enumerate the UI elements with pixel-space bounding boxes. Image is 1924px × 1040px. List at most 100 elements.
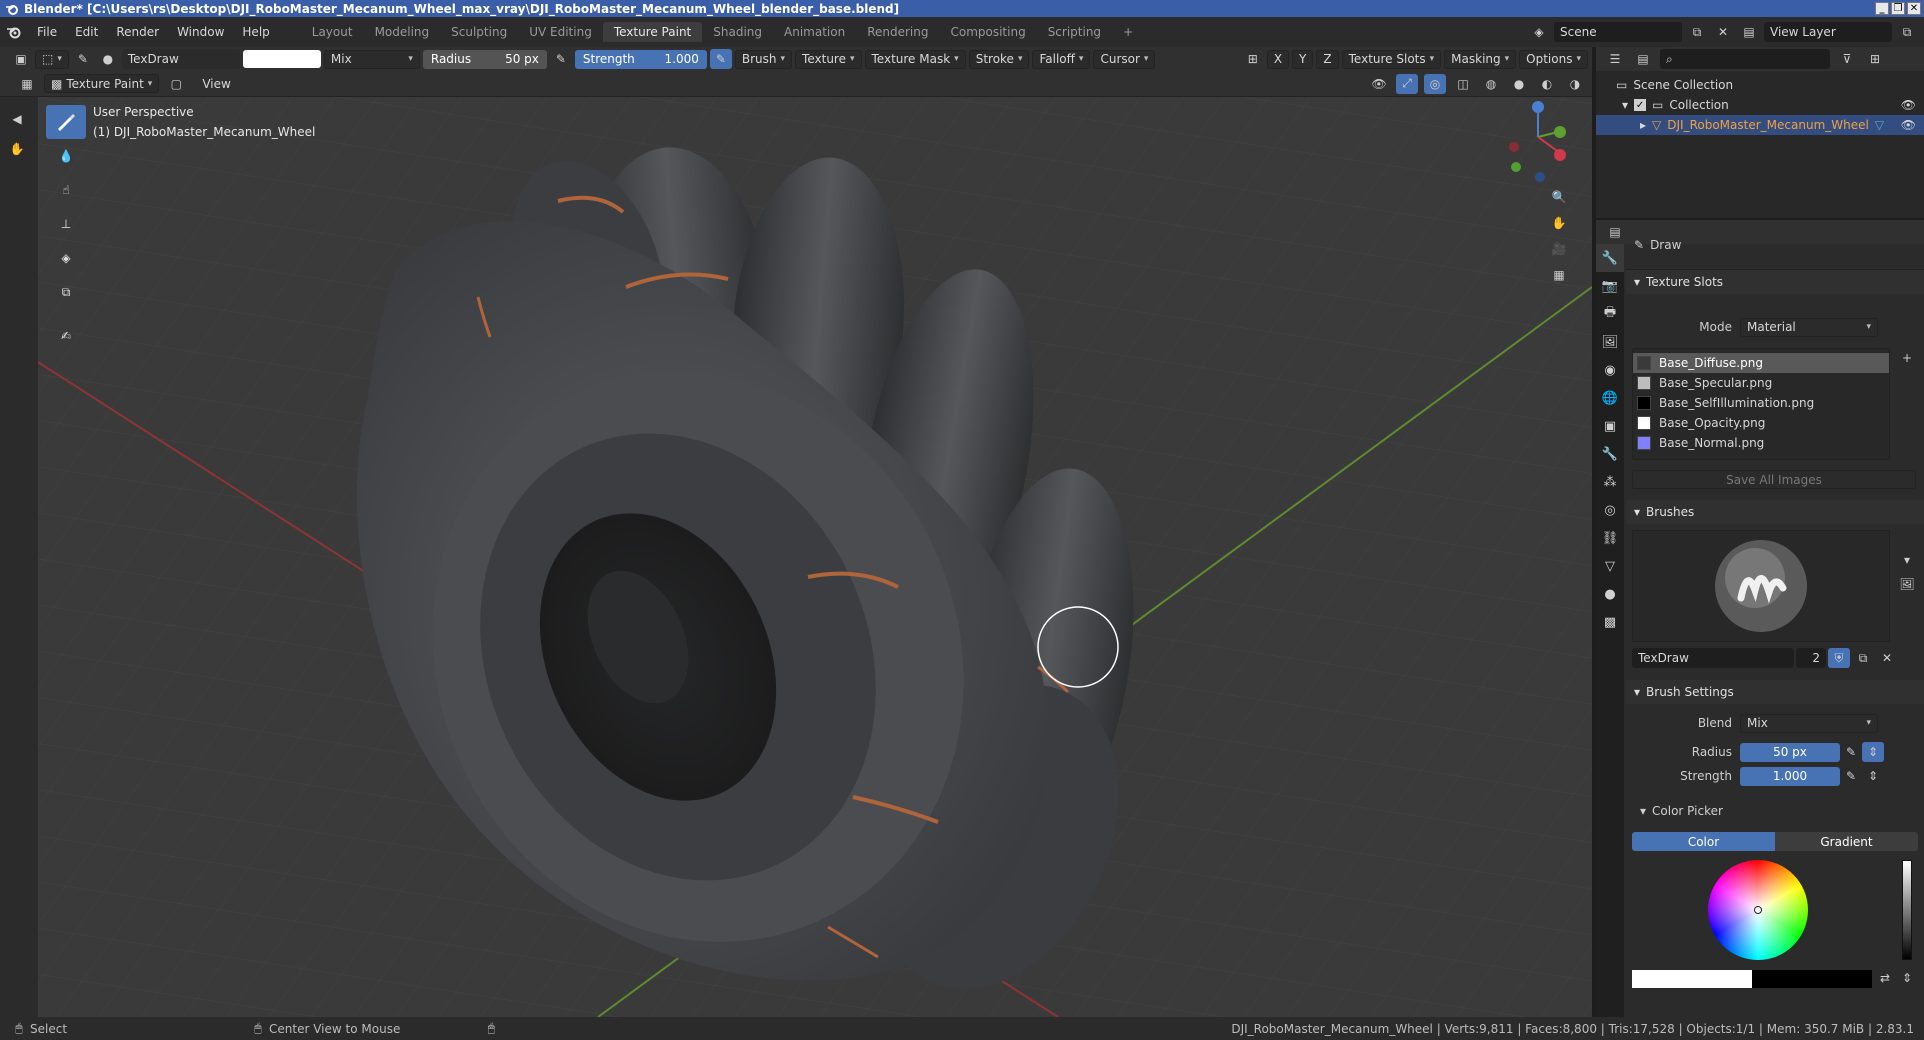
particles-tab-icon[interactable]: ⁂: [1596, 468, 1624, 496]
paint-mask-icon[interactable]: ▢: [165, 74, 187, 94]
menu-edit[interactable]: Edit: [66, 25, 107, 39]
texture-slot-item[interactable]: Base_SelfIllumination.png: [1633, 393, 1889, 413]
outliner-row-collection[interactable]: ▾ ✓ ▭ Collection 👁: [1596, 95, 1924, 115]
current-color-swatch[interactable]: [1632, 970, 1752, 988]
tab-uv-editing[interactable]: UV Editing: [518, 22, 603, 42]
brush-color-swatch[interactable]: [242, 50, 321, 68]
scene-field[interactable]: Scene: [1554, 22, 1682, 42]
xray-icon[interactable]: ◫: [1452, 74, 1474, 94]
falloff-menu[interactable]: Falloff ▾: [1032, 49, 1091, 69]
brush-preview-area[interactable]: [1632, 530, 1890, 642]
zoom-icon[interactable]: 🔍: [1548, 187, 1570, 207]
3d-viewport[interactable]: User Perspective (1) DJI_RoboMaster_Meca…: [38, 97, 1592, 1017]
tab-compositing[interactable]: Compositing: [939, 22, 1036, 42]
brushes-panel-header[interactable]: ▾ Brushes: [1626, 500, 1924, 524]
modifier-tab-icon[interactable]: 🔧: [1596, 440, 1624, 468]
mirror-y[interactable]: Y: [1292, 49, 1314, 69]
menu-help[interactable]: Help: [233, 25, 278, 39]
new-view-layer-icon[interactable]: ⧉: [1896, 22, 1918, 42]
strength-pressure-icon[interactable]: ✎: [1840, 766, 1862, 786]
shading-wireframe-icon[interactable]: ◍: [1480, 74, 1502, 94]
save-all-images-button[interactable]: Save All Images: [1632, 470, 1916, 489]
radius-unit-icon[interactable]: ⇕: [1862, 742, 1884, 762]
texture-paint-mode-dropdown[interactable]: ▩ Texture Paint ▾: [44, 74, 160, 93]
texture-slot-item[interactable]: Base_Specular.png: [1633, 373, 1889, 393]
brush-name-field[interactable]: TexDraw: [121, 49, 240, 69]
tab-scripting[interactable]: Scripting: [1037, 22, 1112, 42]
blend-mode-dropdown[interactable]: Mix ▾: [323, 49, 420, 69]
tab-sculpting[interactable]: Sculpting: [440, 22, 518, 42]
brush-image-icon[interactable]: 🖼: [1896, 574, 1918, 594]
outliner-editor-icon[interactable]: ☰: [1604, 49, 1626, 69]
scene-tab-icon[interactable]: ◉: [1596, 356, 1624, 384]
value-slider[interactable]: [1902, 860, 1912, 960]
clone-tool-icon[interactable]: ⊥: [46, 207, 86, 241]
mirror-icon[interactable]: ⊞: [1242, 49, 1264, 69]
tab-rendering[interactable]: Rendering: [856, 22, 939, 42]
fill-tool-icon[interactable]: ◈: [46, 241, 86, 275]
scene-icon[interactable]: ◈: [1528, 22, 1550, 42]
radius-pressure-icon[interactable]: ✎: [1840, 742, 1862, 762]
outliner-row-object[interactable]: ▸ ▽ DJI_RoboMaster_Mecanum_Wheel ▽ 👁: [1596, 115, 1924, 135]
brush-blend-dropdown[interactable]: Mix ▾: [1740, 713, 1878, 733]
gizmo-y-icon[interactable]: [1554, 126, 1566, 138]
color-wheel-cursor[interactable]: [1754, 906, 1762, 914]
strength-pressure-icon[interactable]: ✎: [709, 49, 732, 69]
color-wheel[interactable]: [1708, 860, 1808, 960]
texture-slots-panel-header[interactable]: ▾ Texture Slots: [1626, 270, 1924, 294]
new-collection-icon[interactable]: ⊞: [1864, 49, 1886, 69]
draw-tool-icon[interactable]: [46, 105, 86, 139]
shading-material-icon[interactable]: ◐: [1536, 74, 1558, 94]
view-menu[interactable]: View: [193, 77, 239, 91]
outliner-search-input[interactable]: ⌕: [1660, 49, 1830, 69]
tool-tab-icon[interactable]: 🔧: [1596, 244, 1624, 272]
view-layer-tab-icon[interactable]: 🖼: [1596, 328, 1624, 356]
menu-window[interactable]: Window: [168, 25, 233, 39]
color-tab[interactable]: Color: [1632, 832, 1775, 851]
camera-icon[interactable]: 🎥: [1548, 239, 1570, 259]
new-scene-icon[interactable]: ⧉: [1686, 22, 1708, 42]
strength-unit-icon[interactable]: ⇕: [1862, 766, 1884, 786]
gradient-tab[interactable]: Gradient: [1775, 832, 1918, 851]
texture-menu[interactable]: Texture ▾: [795, 49, 862, 69]
overlay-icon[interactable]: ◎: [1424, 73, 1446, 94]
tab-shading[interactable]: Shading: [702, 22, 773, 42]
filter-icon[interactable]: ⊽: [1836, 49, 1858, 69]
tab-animation[interactable]: Animation: [773, 22, 856, 42]
mask-tool-icon[interactable]: ⧉: [46, 275, 86, 309]
expand-arrow-icon[interactable]: ▸: [1640, 118, 1646, 132]
gizmo-z-icon[interactable]: [1532, 101, 1544, 113]
output-tab-icon[interactable]: 🖶: [1596, 300, 1624, 328]
display-mode-icon[interactable]: ▤: [1632, 49, 1654, 69]
radius-slider[interactable]: Radius 50 px: [422, 49, 547, 69]
texture-tab-icon[interactable]: ▩: [1596, 608, 1624, 636]
texture-slots-menu[interactable]: Texture Slots ▾: [1341, 49, 1442, 69]
tab-modeling[interactable]: Modeling: [364, 22, 441, 42]
restore-button[interactable]: ❐: [1891, 2, 1905, 15]
minimize-button[interactable]: _: [1875, 2, 1889, 15]
brush-preview-icon[interactable]: ●: [97, 49, 119, 69]
brush-tool-icon[interactable]: ✎: [72, 49, 94, 69]
pan-icon[interactable]: ✋: [1548, 213, 1570, 233]
brush-radius-slider[interactable]: 50 px: [1740, 742, 1840, 762]
options-menu[interactable]: Options ▾: [1519, 49, 1588, 69]
expand-arrow-icon[interactable]: ▾: [1622, 98, 1628, 112]
cursor-menu[interactable]: Cursor ▾: [1093, 49, 1156, 69]
editor-3d-icon[interactable]: ▦: [16, 74, 38, 94]
smear-tool-icon[interactable]: ☝: [46, 173, 86, 207]
view-layer-icon[interactable]: ▤: [1738, 22, 1760, 42]
secondary-color-swatch[interactable]: [1752, 970, 1872, 988]
brush-settings-panel-header[interactable]: ▾ Brush Settings: [1626, 680, 1924, 704]
constraints-tab-icon[interactable]: ⛓: [1596, 524, 1624, 552]
gizmo-x-icon[interactable]: [1554, 149, 1566, 161]
delete-scene-icon[interactable]: ✕: [1712, 22, 1734, 42]
eye-icon[interactable]: 👁: [1901, 118, 1916, 132]
color-pressure-icon[interactable]: ⇕: [1896, 968, 1918, 988]
editor-type-icon[interactable]: ▣: [10, 49, 32, 69]
strength-slider[interactable]: Strength 1.000: [574, 49, 707, 69]
tab-layout[interactable]: Layout: [301, 22, 364, 42]
unlink-brush-icon[interactable]: ✕: [1876, 648, 1898, 668]
physics-tab-icon[interactable]: ◎: [1596, 496, 1624, 524]
tab-texture-paint[interactable]: Texture Paint: [602, 22, 703, 42]
brush-name-field[interactable]: TexDraw: [1632, 648, 1794, 668]
